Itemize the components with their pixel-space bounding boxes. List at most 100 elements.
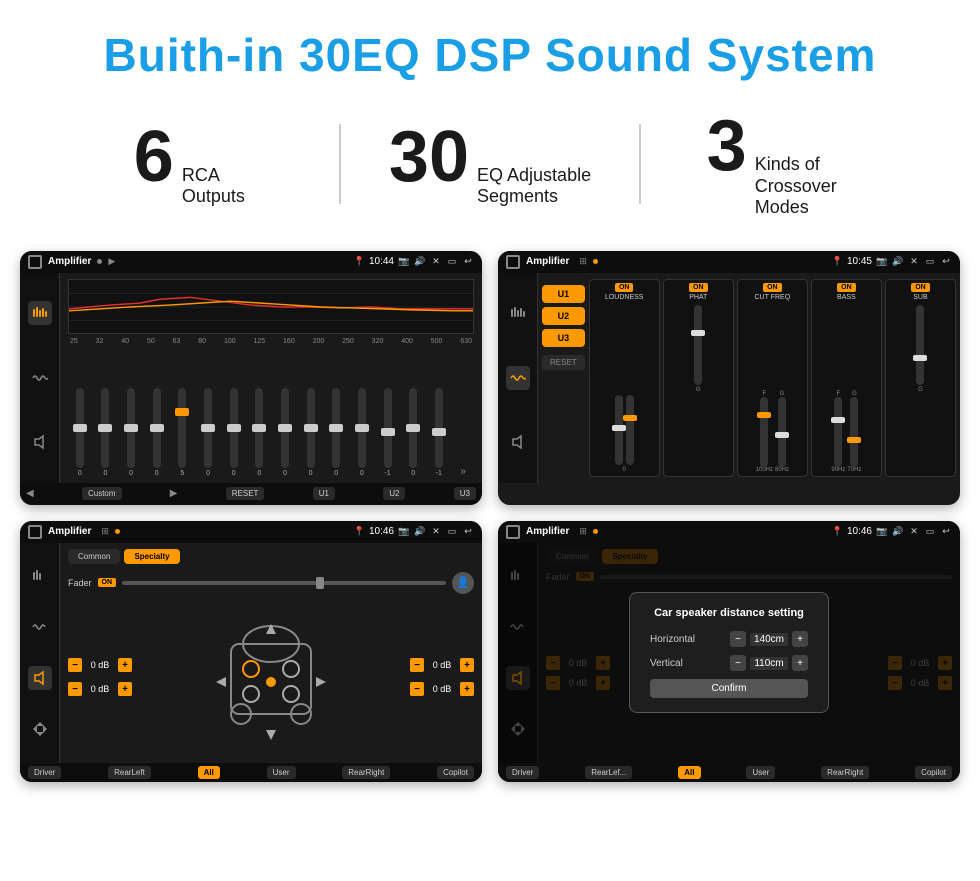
tab-specialty[interactable]: Specialty — [124, 549, 179, 564]
fader-sidebar-arrows[interactable] — [28, 717, 52, 741]
home-icon-2[interactable] — [506, 255, 520, 269]
u3-dsp-button[interactable]: U3 — [542, 329, 585, 347]
fader-sidebar-eq[interactable] — [28, 564, 52, 588]
eq-slider-7[interactable]: 0 — [230, 388, 238, 477]
prev-icon[interactable]: ◀ — [26, 488, 34, 499]
fader-slider[interactable] — [122, 581, 446, 585]
dsp-sidebar-eq[interactable] — [506, 301, 530, 325]
cutfreq-slider-1[interactable] — [760, 397, 768, 467]
sub-slider[interactable] — [916, 305, 924, 385]
db-plus-1[interactable]: + — [118, 658, 132, 672]
db-minus-2[interactable]: − — [68, 682, 82, 696]
loudness-on[interactable]: ON — [615, 283, 634, 292]
confirm-button[interactable]: Confirm — [650, 679, 808, 698]
eq-sidebar-equalizer[interactable] — [28, 301, 52, 325]
fader-control-row: Fader ON 👤 — [68, 572, 474, 594]
bass-slider-2[interactable] — [850, 397, 858, 467]
fader-left-sidebar — [20, 543, 60, 763]
db-plus-3[interactable]: + — [460, 658, 474, 672]
db-plus-2[interactable]: + — [118, 682, 132, 696]
eq-slider-9[interactable]: 0 — [281, 388, 289, 477]
rear-right-button[interactable]: RearRight — [342, 766, 390, 779]
eq-slider-6[interactable]: 0 — [204, 388, 212, 477]
eq-slider-8[interactable]: 0 — [255, 388, 263, 477]
u2-dsp-button[interactable]: U2 — [542, 307, 585, 325]
dist-driver-button[interactable]: Driver — [506, 766, 539, 779]
dsp-status-left: Amplifier ⊞ — [506, 255, 598, 269]
vertical-plus[interactable]: + — [792, 655, 808, 671]
bass-slider-1[interactable] — [834, 397, 842, 467]
eq-slider-1[interactable]: 0 — [76, 388, 84, 477]
cutfreq-slider-2[interactable] — [778, 397, 786, 467]
tab-common[interactable]: Common — [68, 549, 120, 564]
db-plus-4[interactable]: + — [460, 682, 474, 696]
db-minus-1[interactable]: − — [68, 658, 82, 672]
fader-on-badge[interactable]: ON — [98, 578, 117, 587]
driver-button[interactable]: Driver — [28, 766, 61, 779]
eq-slider-10[interactable]: 0 — [307, 388, 315, 477]
reset-button[interactable]: RESET — [226, 487, 265, 500]
eq-slider-3[interactable]: 0 — [127, 388, 135, 477]
phat-slider[interactable] — [694, 305, 702, 385]
u1-dsp-button[interactable]: U1 — [542, 285, 585, 303]
eq-slider-14[interactable]: 0 — [409, 388, 417, 477]
horizontal-plus[interactable]: + — [792, 631, 808, 647]
db-minus-3[interactable]: − — [410, 658, 424, 672]
eq-freq-labels: 25 32 40 50 63 80 100 125 160 200 250 32… — [68, 338, 474, 345]
dist-copilot-button[interactable]: Copilot — [915, 766, 952, 779]
eq-more-icon[interactable]: » — [460, 466, 466, 477]
vertical-label: Vertical — [650, 658, 710, 669]
fader-sidebar-wave[interactable] — [28, 615, 52, 639]
distance-time: 10:46 — [847, 526, 872, 537]
distance-dialog-overlay: Car speaker distance setting Horizontal … — [498, 543, 960, 763]
back-icon[interactable]: ↩ — [462, 256, 474, 268]
dsp-sidebar-wave[interactable] — [506, 366, 530, 390]
vertical-minus[interactable]: − — [730, 655, 746, 671]
rear-left-button[interactable]: RearLeft — [108, 766, 151, 779]
eq-slider-2[interactable]: 0 — [101, 388, 109, 477]
dsp-reset-button[interactable]: RESET — [542, 355, 585, 370]
eq-sidebar-wave[interactable] — [28, 366, 52, 390]
back-icon-4[interactable]: ↩ — [940, 526, 952, 538]
back-icon-2[interactable]: ↩ — [940, 256, 952, 268]
horizontal-minus[interactable]: − — [730, 631, 746, 647]
stat-eq-number: 30 — [389, 121, 469, 193]
dist-rear-left-button[interactable]: RearLef... — [585, 766, 632, 779]
dsp-main-area: U1 U2 U3 RESET ON LOUDNESS — [538, 273, 960, 483]
user-icon[interactable]: 👤 — [452, 572, 474, 594]
home-icon-3[interactable] — [28, 525, 42, 539]
sub-on[interactable]: ON — [911, 283, 930, 292]
dist-rear-right-button[interactable]: RearRight — [821, 766, 869, 779]
u3-button[interactable]: U3 — [454, 487, 476, 500]
location-icon-4: 📍 — [832, 526, 843, 537]
eq-slider-5[interactable]: 5 — [178, 388, 186, 477]
u1-button[interactable]: U1 — [313, 487, 335, 500]
loudness-slider-2[interactable] — [626, 395, 634, 465]
db-stepper-3: − 0 dB + — [410, 658, 474, 672]
dist-all-button[interactable]: All — [678, 766, 700, 779]
eq-slider-13[interactable]: -1 — [384, 388, 392, 477]
eq-slider-12[interactable]: 0 — [358, 388, 366, 477]
cutfreq-on[interactable]: ON — [763, 283, 782, 292]
eq-slider-4[interactable]: 0 — [153, 388, 161, 477]
eq-screen-content: 25 32 40 50 63 80 100 125 160 200 250 32… — [20, 273, 482, 483]
bass-on[interactable]: ON — [837, 283, 856, 292]
copilot-button[interactable]: Copilot — [437, 766, 474, 779]
dist-user-button[interactable]: User — [746, 766, 775, 779]
u2-button[interactable]: U2 — [383, 487, 405, 500]
fader-sidebar-speaker[interactable] — [28, 666, 52, 690]
dsp-sidebar-speaker[interactable] — [506, 430, 530, 454]
loudness-slider-1[interactable] — [615, 395, 623, 465]
eq-sidebar-speaker[interactable] — [28, 430, 52, 454]
home-icon-4[interactable] — [506, 525, 520, 539]
home-icon[interactable] — [28, 255, 42, 269]
db-minus-4[interactable]: − — [410, 682, 424, 696]
next-icon[interactable]: ▶ — [170, 488, 178, 499]
back-icon-3[interactable]: ↩ — [462, 526, 474, 538]
eq-slider-15[interactable]: -1 — [435, 388, 443, 477]
user-button[interactable]: User — [267, 766, 296, 779]
eq-slider-11[interactable]: 0 — [332, 388, 340, 477]
phat-on[interactable]: ON — [689, 283, 708, 292]
u-buttons-column: U1 U2 U3 RESET — [542, 279, 585, 477]
all-button[interactable]: All — [198, 766, 220, 779]
